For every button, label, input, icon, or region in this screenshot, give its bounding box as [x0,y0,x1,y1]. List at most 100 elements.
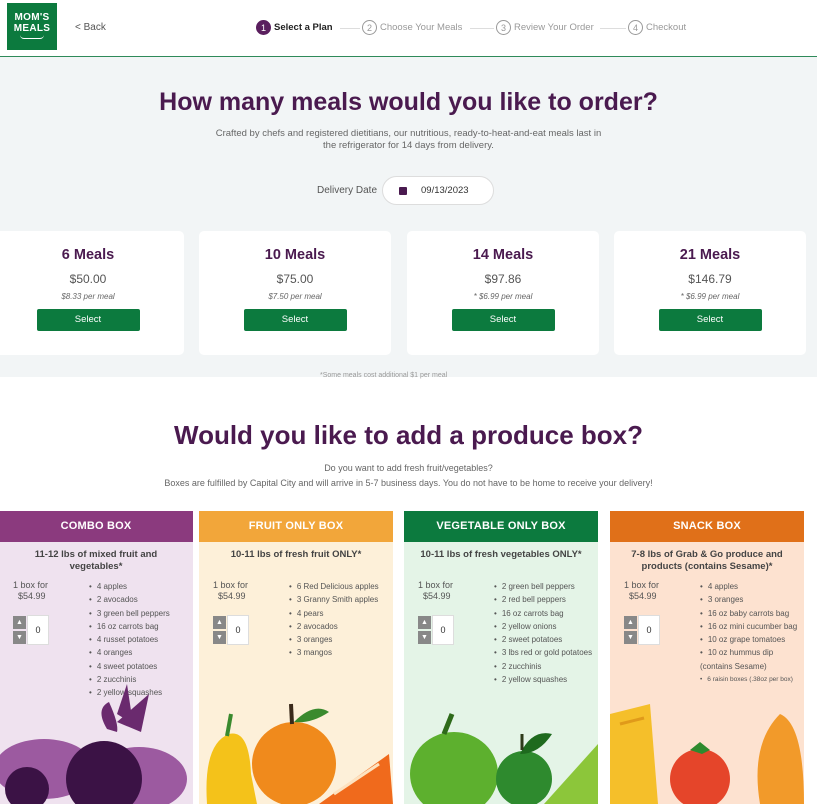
top-nav-bar: MOM'S MEALS < Back 1 Select a Plan 2 Cho… [0,0,817,57]
list-item: 2 red bell peppers [494,593,592,606]
select-plan-button[interactable]: Select [243,309,347,331]
step-number: 2 [362,20,377,35]
list-item: 4 oranges [89,646,170,659]
plan-card-title: 21 Meals [679,247,741,263]
fruit-illustration [206,703,393,804]
list-item: 2 yellow onions [494,620,592,633]
plan-card-21-meals: 21 Meals $146.79 * $6.99 per meal Select [614,231,806,355]
box-price-label: 1 box for [418,580,454,590]
box-item-list: 4 apples 3 oranges 16 oz baby carrots ba… [700,580,804,686]
logo-line-1: MOM'S [14,12,50,23]
plan-footnote: *Some meals cost additional $1 per meal [320,372,448,379]
list-item: 16 oz baby carrots bag [700,607,804,620]
list-item: 10 oz grape tomatoes [700,633,804,646]
step-label: Checkout [646,22,687,33]
produce-box-fruit: FRUIT ONLY BOX 10-11 lbs of fresh fruit … [199,511,393,804]
select-plan-button[interactable]: Select [451,309,555,331]
box-price-block: 1 box for $54.99 [213,580,273,602]
produce-delivery-note: Boxes are fulfilled by Capital City and … [164,478,653,488]
step-number: 4 [628,20,643,35]
back-link[interactable]: < Back [75,22,106,33]
list-item: 3 Granny Smith apples [289,593,379,606]
box-item-list: 4 apples 2 avocados 3 green bell peppers… [89,580,170,700]
plan-card-title: 10 Meals [264,247,326,263]
increment-arrow-icon[interactable]: ▲ [13,616,26,629]
box-price-block: 1 box for $54.99 [418,580,478,602]
step-label: Choose Your Meals [380,22,463,33]
plan-card-6-meals: 6 Meals $50.00 $8.33 per meal Select [0,231,184,355]
box-price-block: 1 box for $54.99 [624,580,684,602]
step-label: Select a Plan [274,22,333,33]
step-choose-meals[interactable]: 2 Choose Your Meals [362,20,462,35]
box-item-list: 2 green bell peppers 2 red bell peppers … [494,580,592,686]
box-subtitle: 11-12 lbs of mixed fruit and vegetables* [34,549,158,572]
plan-card-price: $97.86 [484,272,522,286]
quantity-input[interactable]: 0 [227,615,249,645]
plan-card-10-meals: 10 Meals $75.00 $7.50 per meal Select [199,231,391,355]
list-item: 10 oz hummus dip (contains Sesame) [700,646,804,673]
decrement-arrow-icon[interactable]: ▼ [418,631,431,644]
box-subtitle: 10-11 lbs of fresh vegetables ONLY* [420,549,582,560]
decrement-arrow-icon[interactable]: ▼ [624,631,637,644]
box-price-label: 1 box for [213,580,249,590]
calendar-icon [399,186,407,195]
list-item: 3 lbs red or gold potatoes [494,646,592,659]
box-price: $54.99 [18,591,46,601]
list-item: 3 oranges [700,593,804,606]
plan-subtitle-line-1: Crafted by chefs and registered dietitia… [215,128,602,139]
list-item: 3 oranges [289,633,379,646]
quantity-input[interactable]: 0 [638,615,660,645]
quantity-stepper: ▲ ▼ 0 [418,615,456,645]
box-price-block: 1 box for $54.99 [13,580,73,602]
produce-box-combo: COMBO BOX 11-12 lbs of mixed fruit and v… [0,511,193,804]
plan-card-title: 14 Meals [472,247,534,263]
box-price: $54.99 [218,591,246,601]
box-price-label: 1 box for [13,580,49,590]
box-header: SNACK BOX [610,511,804,542]
decrement-arrow-icon[interactable]: ▼ [213,631,226,644]
list-item: 6 Red Delicious apples [289,580,379,593]
plan-card-per-meal: * $6.99 per meal [473,292,533,301]
step-number: 3 [496,20,511,35]
plan-title: How many meals would you like to order? [159,88,658,116]
box-item-list: 6 Red Delicious apples 3 Granny Smith ap… [289,580,379,660]
step-review-order[interactable]: 3 Review Your Order [496,20,594,35]
quantity-input[interactable]: 0 [27,615,49,645]
step-checkout[interactable]: 4 Checkout [628,20,686,35]
step-divider [340,28,360,29]
list-item: 2 avocados [89,593,170,606]
logo-line-2: MEALS [13,23,51,34]
select-plan-button[interactable]: Select [36,309,140,331]
box-header: FRUIT ONLY BOX [199,511,393,542]
list-item: 4 sweet potatoes [89,660,170,673]
vegetable-illustration [410,713,598,804]
delivery-date-value: 09/13/2023 [421,185,469,196]
plan-card-price: $50.00 [69,272,107,286]
step-divider [600,28,626,29]
increment-arrow-icon[interactable]: ▲ [418,616,431,629]
list-item: 16 oz mini cucumber bag [700,620,804,633]
decrement-arrow-icon[interactable]: ▼ [13,631,26,644]
delivery-date-picker[interactable]: 09/13/2023 [382,176,494,205]
produce-title: Would you like to add a produce box? [174,420,643,450]
list-item: 4 russet potatoes [89,633,170,646]
list-item: 2 sweet potatoes [494,633,592,646]
select-plan-button[interactable]: Select [658,309,762,331]
box-price: $54.99 [423,591,451,601]
produce-box-vegetable: VEGETABLE ONLY BOX 10-11 lbs of fresh ve… [404,511,598,804]
step-divider [470,28,494,29]
plan-card-14-meals: 14 Meals $97.86 * $6.99 per meal Select [407,231,599,355]
increment-arrow-icon[interactable]: ▲ [213,616,226,629]
increment-arrow-icon[interactable]: ▲ [624,616,637,629]
step-select-plan[interactable]: 1 Select a Plan [256,20,333,35]
step-label: Review Your Order [514,22,594,33]
step-number: 1 [256,20,271,35]
list-item: 3 mangos [289,646,379,659]
moms-meals-logo[interactable]: MOM'S MEALS [7,3,57,50]
plan-subtitle-line-2: the refrigerator for 14 days from delive… [323,140,494,151]
plan-card-per-meal: $8.33 per meal [61,292,115,301]
box-header: COMBO BOX [0,511,193,542]
produce-question: Do you want to add fresh fruit/vegetable… [324,463,493,473]
quantity-input[interactable]: 0 [432,615,454,645]
list-item: 2 zucchinis [494,660,592,673]
